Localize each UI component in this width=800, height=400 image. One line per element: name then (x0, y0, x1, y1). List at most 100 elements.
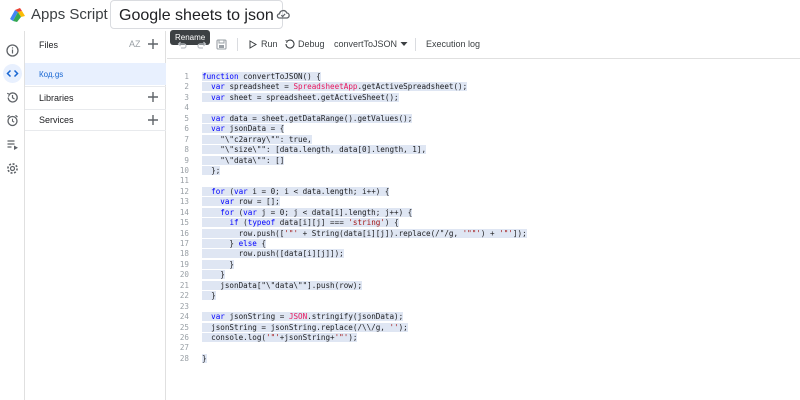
code-line-text: if (typeof data[i][j] === 'string') { (202, 218, 399, 228)
code-line: jsonData["\"data\""].push(row); (202, 280, 792, 291)
triggers-button[interactable] (3, 111, 22, 130)
code-icon (6, 69, 19, 78)
line-number: 6 (184, 124, 189, 134)
files-header: Files AZ (25, 34, 166, 56)
code-line-text: for (var i = 0; i < data.length; i++) { (202, 186, 390, 196)
code-line: } else { (202, 239, 792, 249)
files-panel: Files AZ Код.gs Libraries Services (25, 31, 166, 400)
add-library-icon[interactable] (146, 90, 160, 104)
line-number: 20 (179, 270, 189, 280)
code-line: var jsonString = JSON.stringify(jsonData… (202, 312, 792, 322)
function-select[interactable]: convertToJSON (334, 39, 408, 49)
code-line-text: var data = sheet.getDataRange().getValue… (202, 113, 413, 123)
files-heading: Files (39, 40, 59, 50)
line-number: 14 (179, 207, 189, 217)
code-line: for (var i = 0; i < data.length; i++) { (202, 186, 792, 197)
code-line: }; (202, 165, 792, 176)
run-button[interactable]: Run (249, 39, 278, 49)
code-line: console.log('"'+jsonString+'"'); (202, 332, 792, 343)
code-line-text: } else { (202, 239, 267, 248)
line-number: 11 (179, 176, 189, 186)
editor-toolbar: Run Debug convertToJSON Execution log (167, 31, 800, 59)
code-line-text: } (202, 291, 216, 301)
line-number: 1 (184, 72, 189, 81)
save-icon[interactable] (216, 39, 227, 50)
code-editor[interactable]: 1 2 3 4 5 6 7 8 9 10 11 12 13 14 15 16 17 18 19 20 21 22 23 24 2… (167, 60, 800, 400)
run-label: Run (261, 39, 278, 49)
code-line-text: } (202, 270, 225, 280)
line-number: 10 (179, 165, 189, 175)
code-line-text: var row = []; (202, 197, 280, 207)
line-number: 9 (184, 155, 189, 165)
debug-button[interactable]: Debug (285, 39, 325, 49)
code-line-text: row.push([data[i][j]]); (202, 249, 344, 259)
undo-icon[interactable] (177, 40, 187, 50)
code-line: } (202, 291, 792, 301)
code-line-text: row.push(['"' + String(data[i][j]).repla… (202, 228, 527, 238)
history-icon (6, 92, 18, 103)
code-line: var sheet = spreadsheet.getActiveSheet()… (202, 92, 792, 103)
code-line-text: } (202, 353, 207, 363)
code-line: var jsonData = { (202, 124, 792, 134)
project-history-button[interactable] (3, 88, 22, 107)
code-line: function convertToJSON() { (202, 72, 792, 82)
executions-button[interactable] (3, 135, 22, 154)
settings-icon (7, 163, 18, 174)
line-number: 8 (184, 145, 189, 155)
code-line-text: console.log('"'+jsonString+'"'); (202, 332, 358, 342)
code-line-text: var jsonString = JSON.stringify(jsonData… (202, 312, 404, 322)
code-line: var spreadsheet = SpreadsheetApp.getActi… (202, 82, 792, 92)
libraries-heading: Libraries (39, 92, 74, 103)
line-number: 13 (179, 197, 189, 207)
add-file-icon[interactable] (146, 37, 160, 51)
code-line-text: "\"size\"": [data.length, data[0].length… (202, 145, 427, 155)
debug-label: Debug (298, 39, 325, 49)
libraries-section: Libraries (25, 86, 166, 108)
code-line-text: function convertToJSON() { (202, 72, 321, 81)
code-line: } (202, 270, 792, 280)
toolbar-divider (237, 38, 238, 51)
line-number: 22 (179, 291, 189, 301)
code-line-text: }; (202, 165, 221, 175)
redo-icon[interactable] (197, 40, 207, 50)
overview-button[interactable] (3, 41, 22, 60)
line-number: 24 (179, 312, 189, 322)
code-line: "\"data\"": [] (202, 155, 792, 166)
project-settings-button[interactable] (3, 159, 22, 178)
line-number: 26 (179, 332, 189, 342)
code-area[interactable]: function convertToJSON() { var spreadshe… (202, 72, 792, 364)
sort-files-icon[interactable]: AZ (129, 39, 141, 49)
code-line: } (202, 353, 792, 364)
line-number: 7 (184, 134, 189, 144)
editor-button[interactable] (3, 64, 22, 83)
function-select-value: convertToJSON (334, 39, 398, 49)
line-number-gutter: 1 2 3 4 5 6 7 8 9 10 11 12 13 14 15 16 17 18 19 20 21 22 23 24 2… (167, 72, 189, 364)
add-service-icon[interactable] (146, 113, 160, 127)
code-line: jsonString = jsonString.replace(/\\/g, '… (202, 322, 792, 333)
line-number: 17 (179, 239, 189, 248)
code-line-text: var sheet = spreadsheet.getActiveSheet()… (202, 92, 399, 102)
project-title[interactable]: Google sheets to json (110, 0, 283, 29)
line-number: 18 (179, 249, 189, 259)
services-heading: Services (39, 115, 74, 125)
line-number: 2 (184, 82, 189, 92)
line-number: 12 (179, 186, 189, 196)
line-number: 25 (179, 322, 189, 332)
cloud-saved-icon (276, 9, 290, 19)
top-bar: Apps Script Google sheets to json (0, 0, 800, 30)
line-number: 19 (179, 259, 189, 269)
debug-icon (285, 39, 295, 49)
line-number: 27 (179, 343, 189, 353)
code-line: "\"size\"": [data.length, data[0].length… (202, 145, 792, 155)
code-line-text: jsonData["\"data\""].push(row); (202, 280, 363, 290)
file-item-kod-gs[interactable]: Код.gs (25, 63, 166, 85)
chevron-down-icon (400, 42, 408, 46)
execution-log-button[interactable]: Execution log (426, 39, 480, 49)
code-line: var data = sheet.getDataRange().getValue… (202, 113, 792, 124)
line-number: 4 (184, 103, 189, 113)
line-number: 3 (184, 92, 189, 102)
code-line: for (var j = 0; j < data[i].length; j++)… (202, 207, 792, 218)
